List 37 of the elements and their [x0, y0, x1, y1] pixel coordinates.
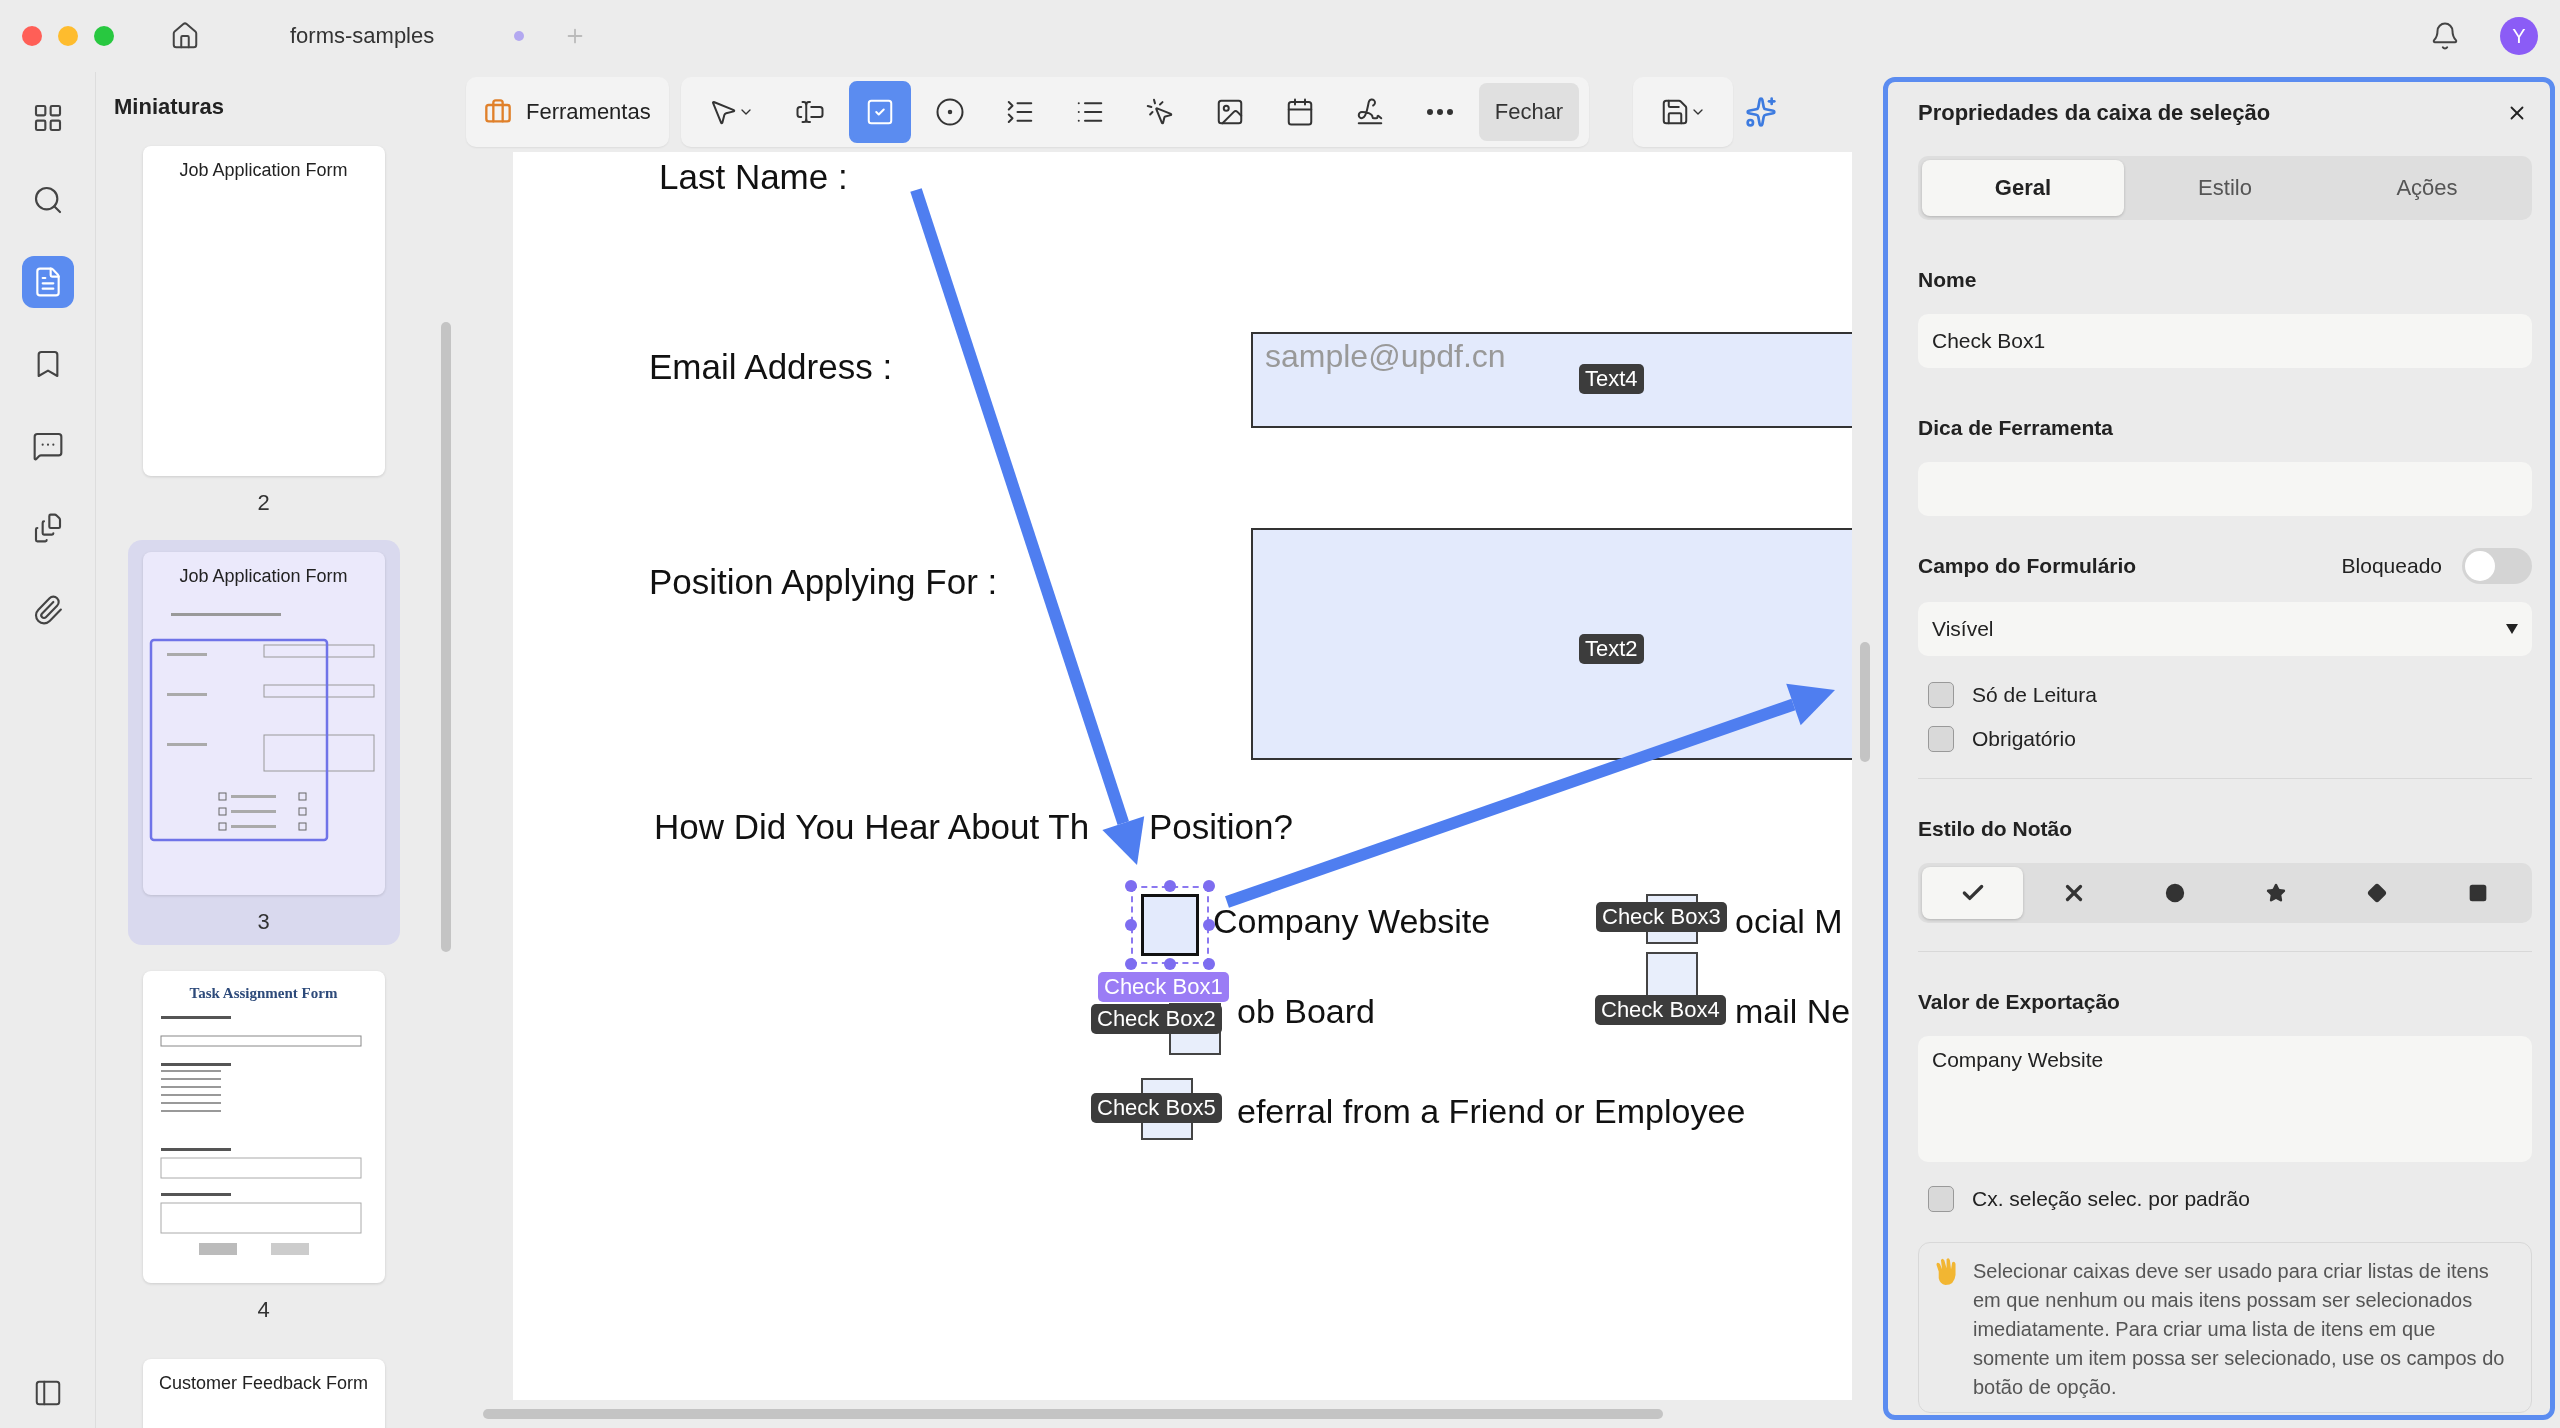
option-label: eferral from a Friend or Employee — [1237, 1092, 1746, 1131]
field-name-tooltip: Check Box5 — [1091, 1093, 1222, 1123]
field-name-tooltip: Check Box4 — [1595, 995, 1726, 1025]
thumbnail-title: Job Application Form — [179, 566, 348, 587]
field-label: Valor de Exportação — [1918, 990, 2121, 1014]
option-label: ob Board — [1237, 992, 1375, 1031]
field-name-tag: Text4 — [1579, 364, 1644, 394]
option-label: Company Website — [1213, 902, 1491, 941]
checkbox-label: Só de Leitura — [1972, 683, 2097, 707]
field-name-tag: Text2 — [1579, 634, 1644, 664]
form-label: Position Applying For : — [649, 562, 998, 602]
field-label: Nome — [1918, 268, 1978, 292]
page-number: 2 — [257, 490, 270, 516]
field-label: Campo do Formulário — [1918, 554, 2137, 578]
checkbox-label: Cx. seleção selec. por padrão — [1972, 1187, 2250, 1211]
field-label: Dica de Ferramenta — [1918, 416, 2114, 440]
field-name-tooltip: Check Box2 — [1091, 1004, 1222, 1034]
option-label: mail Ne — [1735, 992, 1851, 1031]
panel-title: Miniaturas — [113, 93, 226, 121]
field-name-tooltip: Check Box3 — [1596, 902, 1727, 932]
toggle-label: Bloqueado — [2341, 554, 2442, 578]
thumbnail-title: Task Assignment Form — [189, 985, 338, 1002]
option-label: ocial M — [1735, 902, 1843, 941]
checkbox-label: Obrigatório — [1972, 727, 2076, 751]
field-name-tooltip: Check Box1 — [1098, 972, 1229, 1002]
field-label: Estilo do Notão — [1918, 817, 2073, 841]
page-number: 3 — [257, 909, 270, 935]
thumbnail-title: Customer Feedback Form — [158, 1373, 369, 1394]
thumbnail-title: Job Application Form — [179, 160, 348, 181]
form-label: Position? — [1149, 807, 1293, 847]
panel-title: Propriedades da caixa de seleção — [1918, 100, 2271, 126]
page-number: 4 — [257, 1297, 270, 1323]
form-label: Email Address : — [649, 347, 893, 387]
form-label: Last Name : — [659, 157, 848, 197]
info-text: Selecionar caixas deve ser usado para criar listas de itens em que nenhum ou mais itens possam ser selecionados imediatamente. Para criar uma lista de itens em que somente um item possa ser selecionado, use os campos do botão de opção. — [1973, 1259, 2506, 1400]
field-placeholder: sample@updf.cn — [1265, 338, 1506, 375]
form-label: How Did You Hear About Th — [654, 807, 1090, 847]
